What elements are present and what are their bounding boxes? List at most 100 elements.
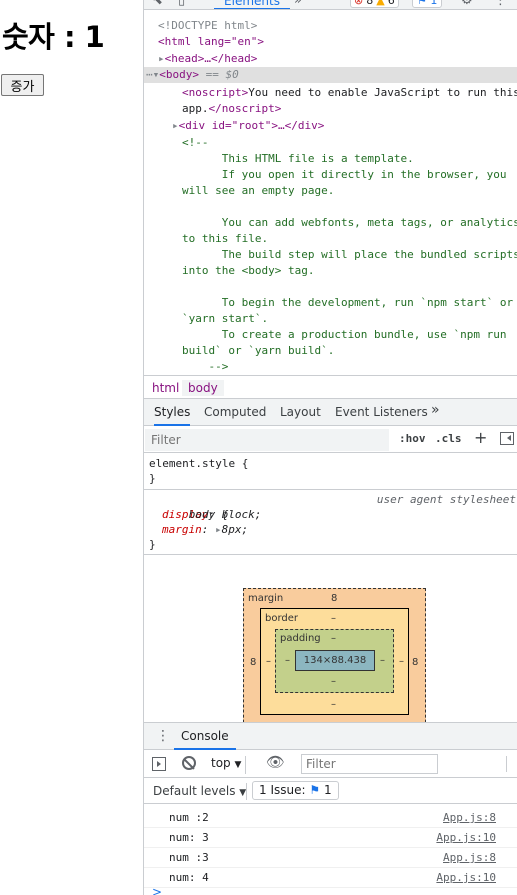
log-source-link[interactable]: App.js:10 bbox=[436, 871, 496, 884]
tab-elements[interactable]: Elements bbox=[214, 0, 290, 9]
box-model-margin[interactable]: margin 8 8 8 – border – – – – padding – … bbox=[243, 588, 426, 722]
margin-top-value[interactable]: 8 bbox=[331, 593, 337, 604]
page-title: 숫자 : 1 bbox=[2, 20, 105, 54]
kebab-menu-icon[interactable]: ⋮ bbox=[494, 0, 507, 8]
inspect-icon[interactable]: ⬉ bbox=[152, 0, 163, 8]
expand-arrow-icon[interactable]: ▸ bbox=[172, 119, 179, 132]
toggle-sidebar-icon[interactable] bbox=[500, 432, 514, 445]
dom-comment-line: This HTML file is a template. bbox=[182, 152, 414, 165]
dom-doctype[interactable]: <!DOCTYPE html> bbox=[144, 18, 517, 34]
box-model-border[interactable]: border – – – – padding – – – – 134×88.43… bbox=[260, 608, 409, 715]
rule-selector[interactable]: element.style { bbox=[149, 456, 517, 471]
console-message: num: 3 App.js:10 bbox=[144, 828, 517, 848]
more-tabs-icon[interactable]: » bbox=[431, 402, 440, 418]
issues-button[interactable]: 1 Issue: ⚑ 1 bbox=[252, 781, 339, 800]
border-bottom-value[interactable]: – bbox=[331, 699, 336, 710]
tab-layout[interactable]: Layout bbox=[280, 405, 321, 419]
border-left-value[interactable]: – bbox=[266, 656, 271, 667]
warning-icon: ▲ bbox=[376, 0, 385, 7]
dom-comment-line: `yarn start`. bbox=[182, 312, 269, 325]
expand-arrow-icon[interactable]: ▸ bbox=[158, 52, 165, 65]
dom-head[interactable]: ▸<head>…</head> bbox=[144, 51, 517, 67]
padding-left-value[interactable]: – bbox=[285, 655, 290, 666]
margin-left-value[interactable]: 8 bbox=[250, 657, 256, 668]
dom-div-root[interactable]: ▸<div id="root">…</div> bbox=[144, 118, 517, 134]
ellipsis-icon[interactable]: ⋯ bbox=[146, 68, 153, 81]
margin-right-value[interactable]: 8 bbox=[412, 657, 418, 668]
device-toggle-icon[interactable]: ▯ bbox=[178, 0, 185, 8]
error-icon: ⊗ bbox=[354, 0, 364, 7]
expand-arrow-icon[interactable]: ▸ bbox=[215, 523, 222, 536]
rule-close: } bbox=[149, 538, 156, 551]
user-agent-label: user agent stylesheet bbox=[376, 493, 516, 506]
breadcrumb-body[interactable]: body bbox=[182, 380, 224, 396]
console-filter-input[interactable] bbox=[301, 754, 438, 774]
rule-element-style: element.style { } bbox=[144, 454, 517, 490]
issue-count: 1 bbox=[430, 0, 438, 7]
rule-prop-margin[interactable]: margin: ▸8px; bbox=[149, 522, 517, 537]
issues-label: 1 Issue: bbox=[259, 783, 306, 797]
hov-toggle[interactable]: :hov bbox=[399, 432, 426, 445]
issues-badge[interactable]: ⚑ 1 bbox=[412, 0, 443, 8]
padding-right-value[interactable]: – bbox=[380, 655, 385, 666]
eye-icon[interactable]: 👁 bbox=[266, 753, 285, 771]
rule-selector[interactable]: body { bbox=[189, 508, 229, 521]
dom-body[interactable]: ⋯▾<body> == $0 bbox=[144, 67, 517, 83]
plus-icon[interactable]: + bbox=[474, 428, 487, 447]
log-source-link[interactable]: App.js:8 bbox=[443, 851, 496, 864]
margin-label: margin bbox=[248, 593, 284, 604]
tab-event-listeners[interactable]: Event Listeners bbox=[335, 405, 428, 419]
padding-bottom-value[interactable]: – bbox=[331, 676, 336, 687]
log-source-link[interactable]: App.js:10 bbox=[436, 831, 496, 844]
console-toolbar: top ▼ 👁 bbox=[144, 751, 517, 778]
cls-toggle[interactable]: .cls bbox=[435, 432, 462, 445]
rule-body-head: body { user agent stylesheet bbox=[149, 492, 517, 521]
dom-html[interactable]: <html lang="en"> bbox=[144, 34, 517, 50]
chevron-down-icon: ▼ bbox=[234, 760, 242, 770]
increase-button[interactable]: 증가 bbox=[1, 74, 44, 96]
console-levels-row: Default levels ▼ 1 Issue: ⚑ 1 bbox=[144, 779, 517, 804]
padding-top-value[interactable]: – bbox=[331, 633, 336, 644]
log-text: num :2 bbox=[169, 811, 209, 824]
show-sidebar-icon[interactable] bbox=[152, 757, 166, 771]
log-source-link[interactable]: App.js:8 bbox=[443, 811, 496, 824]
error-warning-badges[interactable]: ⊗ 8 ▲ 6 bbox=[350, 0, 399, 8]
dom-comment-line: The build step will place the bundled sc… bbox=[182, 248, 517, 261]
styles-filter-input[interactable] bbox=[145, 429, 389, 451]
border-right-value[interactable]: – bbox=[399, 656, 404, 667]
dom-noscript-cont[interactable]: app.</noscript> bbox=[144, 101, 517, 117]
gear-icon[interactable]: ⚙ bbox=[461, 0, 473, 8]
log-text: num: 3 bbox=[169, 831, 209, 844]
clear-console-icon[interactable] bbox=[182, 756, 196, 770]
tab-console[interactable]: Console bbox=[174, 729, 236, 750]
box-model-padding[interactable]: padding – – – – 134×88.438 bbox=[275, 629, 394, 693]
styles-filter-row: :hov .cls + bbox=[144, 427, 517, 453]
issues-count: 1 bbox=[323, 783, 332, 797]
dom-comment-line: If you open it directly in the browser, … bbox=[182, 168, 507, 181]
rule-close: } bbox=[149, 472, 156, 485]
dom-comment-line: into the <body> tag. bbox=[182, 264, 315, 277]
more-tabs-icon[interactable]: » bbox=[294, 0, 302, 8]
devtools-panel: ⬉ ▯ Elements » ⊗ 8 ▲ 6 ⚑ 1 ⚙ ⋮ <!DOCTYPE h… bbox=[143, 0, 517, 895]
styles-tabbar: Styles Computed Layout Event Listeners » bbox=[144, 399, 517, 426]
dom-comment-line: You can add webfonts, meta tags, or anal… bbox=[182, 216, 517, 229]
divider bbox=[506, 756, 507, 772]
log-text: num :3 bbox=[169, 851, 209, 864]
dom-comment-line: To begin the development, run `npm start… bbox=[182, 296, 514, 309]
dom-comment-line: To create a production bundle, use `npm … bbox=[182, 328, 507, 341]
console-message: num :2 App.js:8 bbox=[144, 808, 517, 828]
context-select[interactable]: top ▼ bbox=[211, 756, 247, 774]
breadcrumb-html[interactable]: html bbox=[146, 380, 185, 396]
console-prompt[interactable]: > bbox=[152, 885, 162, 895]
warning-count: 6 bbox=[387, 0, 395, 7]
dom-comment-line: to this file. bbox=[182, 232, 269, 245]
kebab-menu-icon[interactable]: ⋮ bbox=[156, 728, 170, 744]
dom-noscript[interactable]: <noscript>You need to enable JavaScript … bbox=[144, 85, 517, 101]
tab-computed[interactable]: Computed bbox=[204, 405, 266, 419]
issue-flag-icon: ⚑ bbox=[309, 783, 321, 797]
log-levels-select[interactable]: Default levels ▼ bbox=[153, 784, 246, 798]
box-model-content[interactable]: 134×88.438 bbox=[295, 650, 375, 671]
tab-styles[interactable]: Styles bbox=[154, 405, 191, 426]
border-label: border bbox=[265, 613, 299, 624]
border-top-value[interactable]: – bbox=[331, 613, 336, 624]
